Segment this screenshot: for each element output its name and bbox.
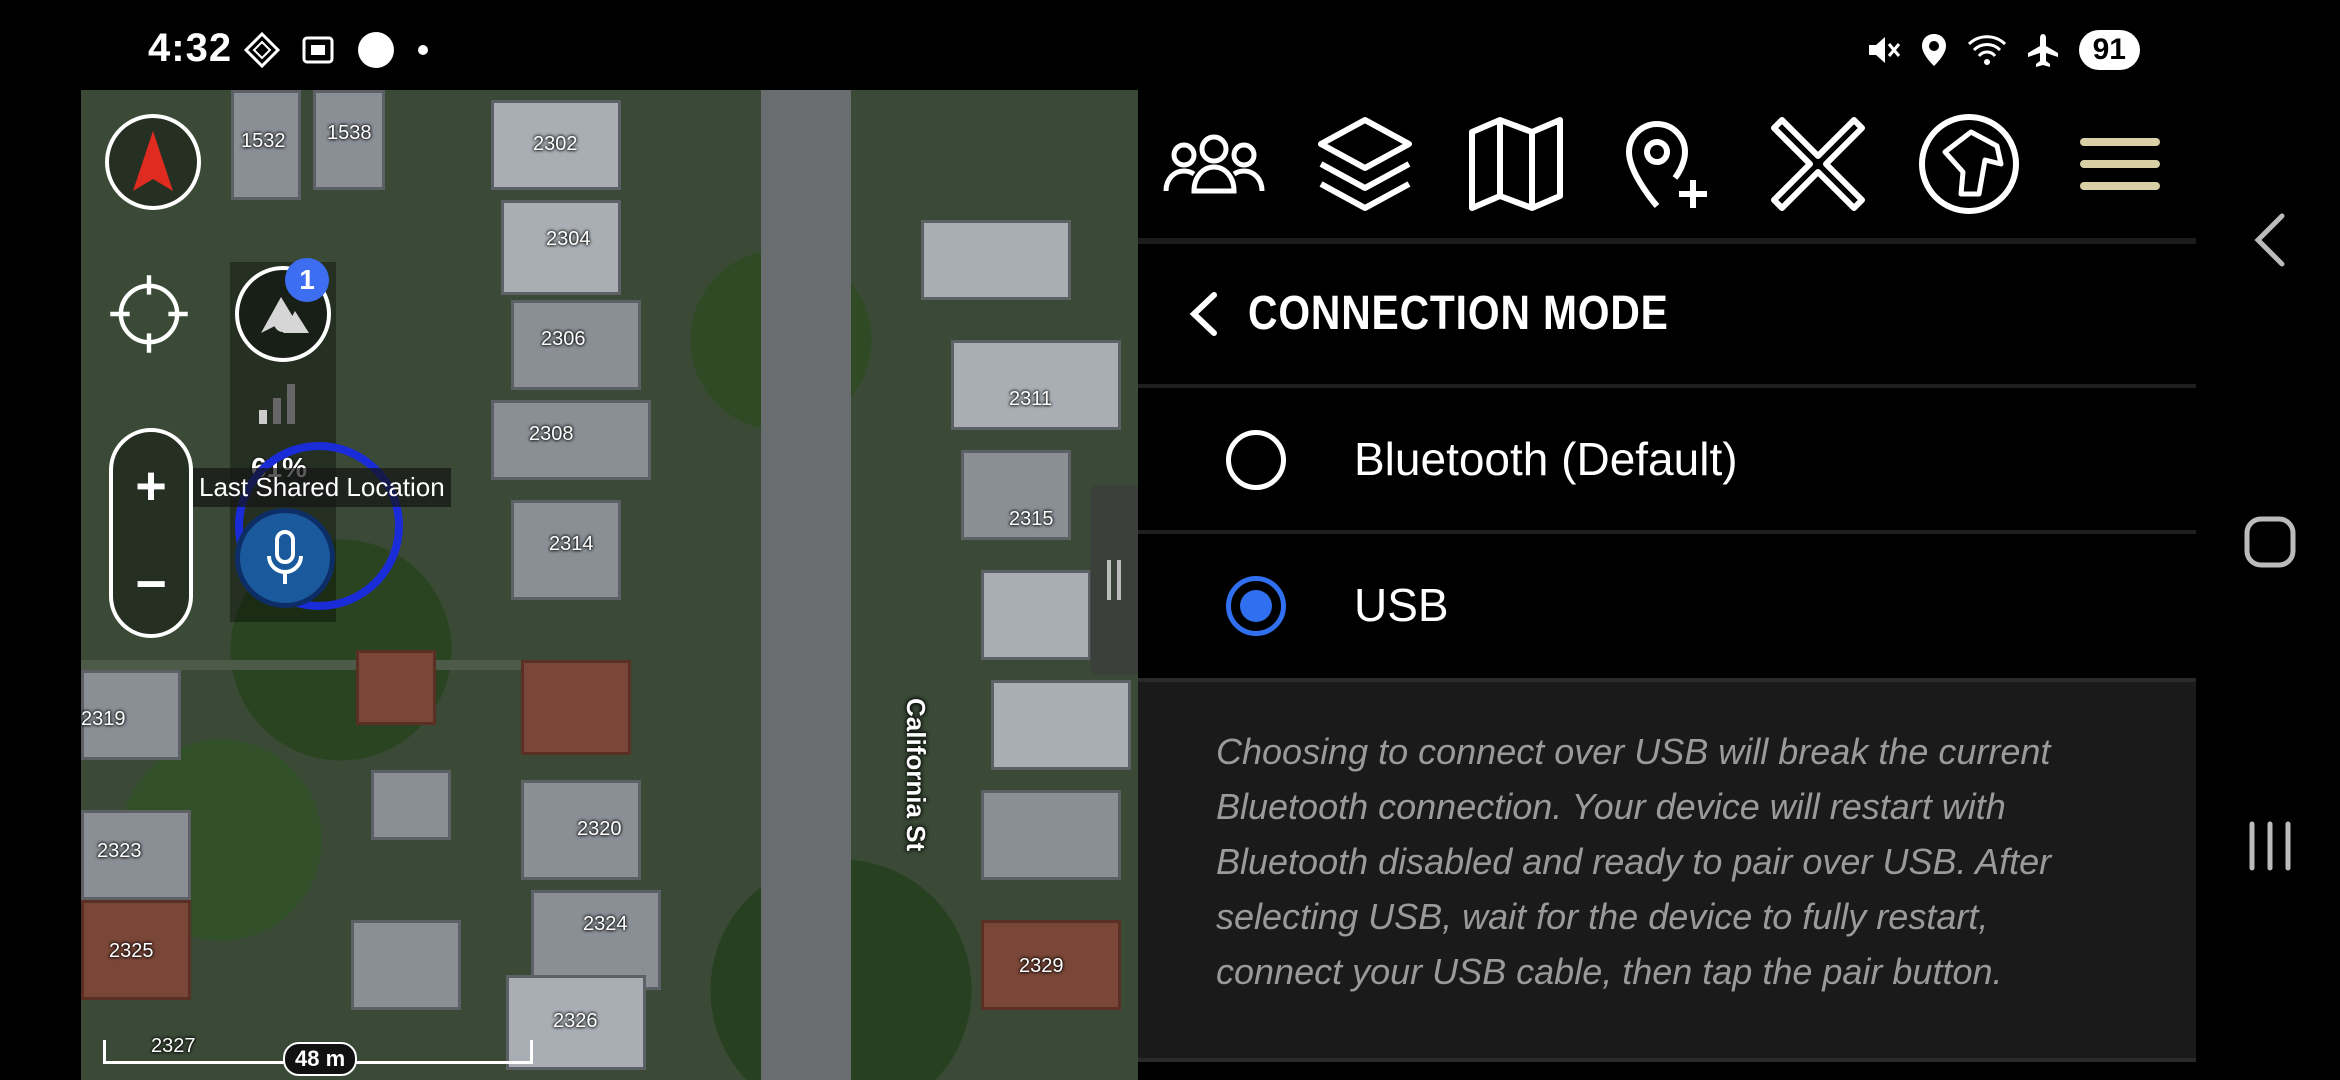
road — [761, 90, 851, 1080]
side-panel: CONNECTION MODE Bluetooth (Default) USB … — [1138, 90, 2196, 1080]
address-label: 2319 — [81, 708, 126, 730]
microphone-icon — [267, 530, 303, 584]
layers-icon — [1317, 117, 1412, 211]
house — [921, 220, 1071, 300]
address-label: 2325 — [109, 940, 154, 962]
page-title: CONNECTION MODE — [1248, 287, 1669, 340]
main-menu-button[interactable] — [2045, 90, 2196, 238]
radio-bluetooth[interactable] — [1226, 430, 1286, 490]
last-location-label: Last Shared Location — [193, 468, 451, 507]
map-button[interactable] — [1440, 90, 1591, 238]
chevron-left-icon — [1189, 292, 1217, 336]
map-view[interactable]: 1532 1538 2302 2304 2306 2308 2314 2311 … — [81, 90, 1138, 1080]
address-label: 2306 — [541, 328, 586, 350]
zoom-out-button[interactable]: − — [113, 534, 189, 634]
nav-back-button[interactable] — [2230, 200, 2310, 280]
diamond-icon — [244, 32, 280, 68]
address-label: 2304 — [546, 228, 591, 250]
status-time: 4:32 — [148, 26, 233, 70]
address-label: 2320 — [577, 818, 622, 840]
address-label: 1538 — [327, 122, 372, 144]
info-note: Choosing to connect over USB will break … — [1138, 678, 2196, 1058]
nav-recents-button[interactable] — [2230, 806, 2310, 886]
home-icon — [2244, 516, 2296, 568]
panel-header: CONNECTION MODE — [1138, 244, 2196, 384]
dog-tracking-button[interactable] — [1894, 90, 2045, 238]
wifi-icon — [1967, 35, 2006, 65]
option-usb[interactable]: USB — [1138, 530, 2196, 672]
radio-usb[interactable] — [1226, 576, 1286, 636]
mute-icon — [1868, 37, 1900, 63]
status-right-icons: 91 — [1865, 30, 2140, 70]
screenshot-icon — [302, 36, 334, 64]
menu-icon — [2080, 138, 2161, 190]
add-waypoint-button[interactable] — [1591, 90, 1742, 238]
system-nav-bar — [2196, 90, 2340, 1080]
signal-bars-icon — [259, 384, 295, 424]
share-count-badge: 1 — [285, 258, 329, 302]
info-note-text: Choosing to connect over USB will break … — [1216, 731, 2052, 992]
option-label: Bluetooth (Default) — [1354, 433, 1738, 485]
dot-icon — [418, 45, 428, 55]
street-label: California St — [901, 698, 931, 852]
option-label: USB — [1354, 579, 1449, 631]
status-left-icons — [244, 30, 430, 70]
back-icon — [2254, 213, 2285, 267]
contacts-icon — [1163, 134, 1265, 194]
address-label: 2326 — [553, 1010, 598, 1032]
house — [981, 570, 1091, 660]
airplane-icon — [2027, 34, 2058, 67]
recents-icon — [2249, 821, 2291, 871]
map-scale-label: 48 m — [283, 1042, 358, 1076]
address-label: 2329 — [1019, 955, 1064, 977]
compass-arrow-icon — [133, 131, 173, 191]
house — [521, 660, 631, 755]
circle-icon — [358, 32, 394, 68]
address-label: 2302 — [533, 133, 578, 155]
road — [81, 660, 541, 670]
status-bar: 4:32 91 — [0, 0, 2340, 90]
dog-icon — [1919, 114, 2020, 214]
house — [951, 340, 1121, 430]
crosshair-icon — [110, 275, 188, 353]
close-icon — [1771, 117, 1866, 211]
panel-drag-handle[interactable] — [1090, 485, 1138, 675]
address-label: 2315 — [1009, 508, 1054, 530]
zoom-in-button[interactable]: + — [113, 436, 189, 536]
compass-button[interactable] — [105, 114, 201, 210]
address-label: 2311 — [1009, 388, 1053, 410]
address-label: 2324 — [583, 913, 628, 935]
top-toolbar — [1138, 90, 2196, 238]
voice-button[interactable] — [235, 508, 335, 608]
location-icon — [1921, 34, 1946, 66]
address-label: 2314 — [549, 533, 594, 555]
panel-footer-divider — [1138, 1058, 2196, 1080]
zoom-control: + − — [109, 428, 193, 638]
add-waypoint-icon — [1625, 121, 1707, 208]
contacts-button[interactable] — [1138, 90, 1289, 238]
house — [351, 920, 461, 1010]
address-label: 1532 — [241, 130, 286, 152]
house — [981, 790, 1121, 880]
house — [371, 770, 451, 840]
layers-button[interactable] — [1289, 90, 1440, 238]
option-bluetooth[interactable]: Bluetooth (Default) — [1138, 384, 2196, 526]
locate-me-button[interactable] — [105, 270, 193, 358]
house — [356, 650, 436, 725]
map-icon — [1468, 117, 1563, 211]
address-label: 2323 — [97, 840, 142, 862]
nav-home-button[interactable] — [2230, 502, 2310, 582]
house — [991, 680, 1131, 770]
address-label: 2308 — [529, 423, 574, 445]
close-map-button[interactable] — [1743, 90, 1894, 238]
battery-indicator: 91 — [2078, 30, 2140, 70]
back-button[interactable] — [1174, 284, 1234, 344]
